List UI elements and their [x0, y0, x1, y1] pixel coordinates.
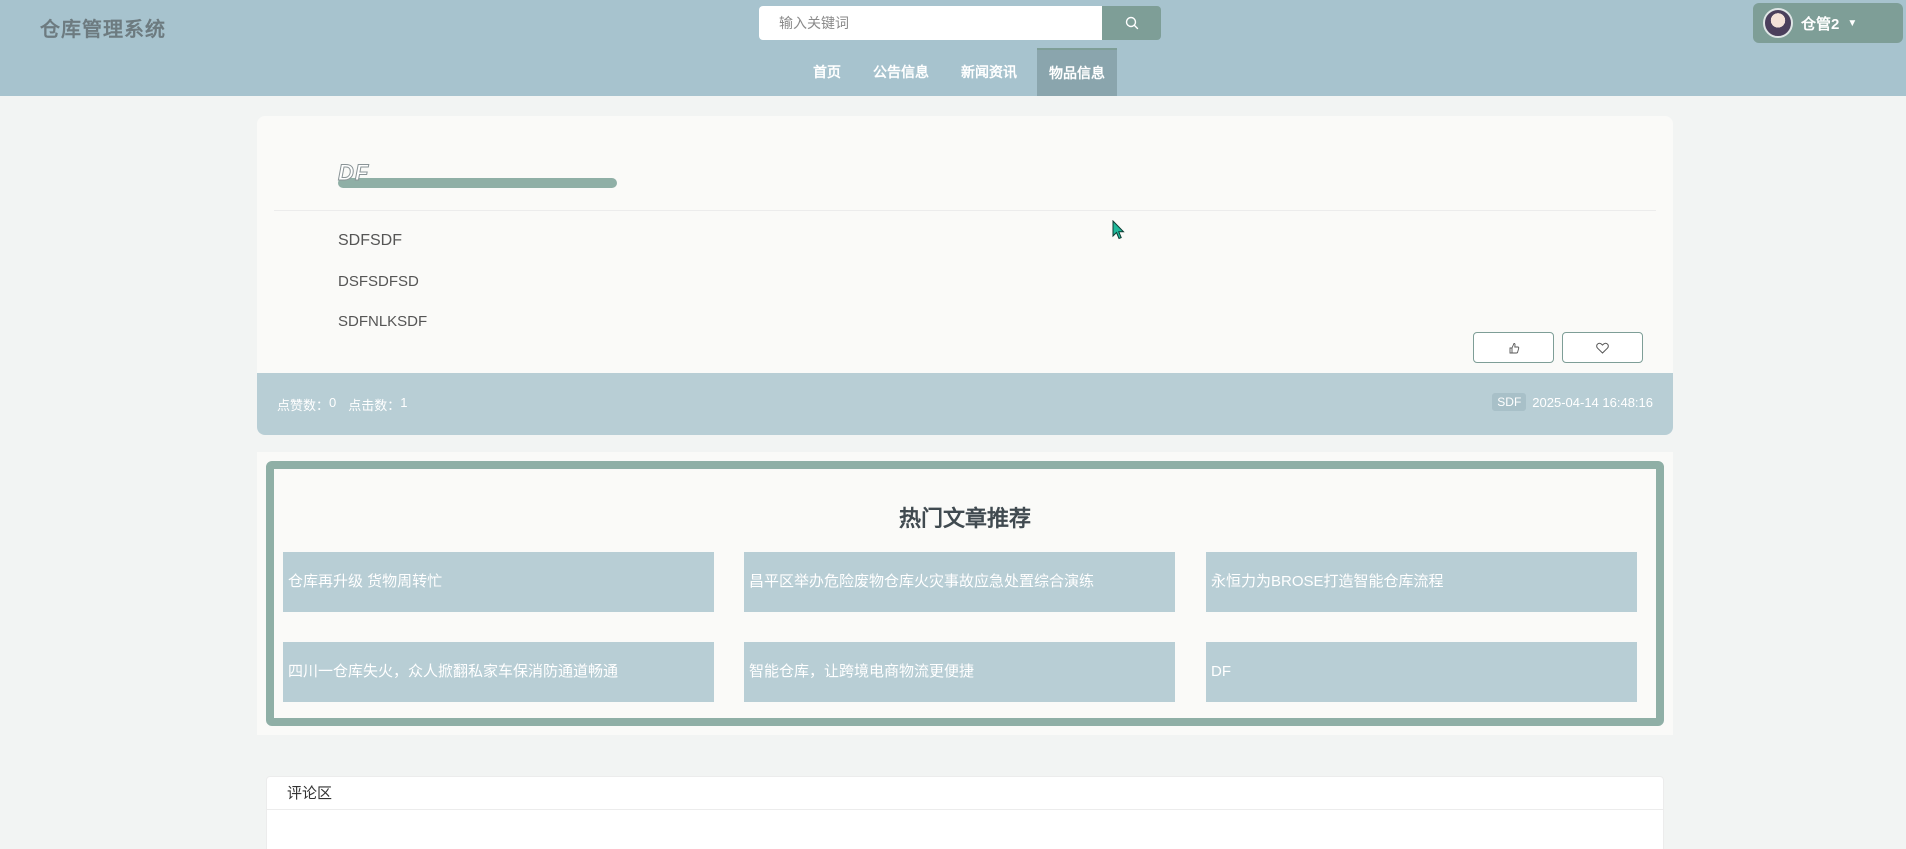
- thumbs-up-icon: [1509, 342, 1519, 353]
- nav-item-home[interactable]: 首页: [801, 48, 853, 96]
- heart-icon: [1596, 342, 1609, 354]
- hot-article-item[interactable]: 永恒力为BROSE打造智能仓库流程: [1206, 552, 1637, 612]
- author-tag: SDF: [1492, 393, 1527, 411]
- comments-section: 评论区: [266, 776, 1664, 849]
- article-title: DF: [337, 160, 370, 186]
- main-nav: 首页 公告信息 新闻资讯 物品信息: [0, 48, 1906, 96]
- hot-articles-frame: 热门文章推荐 仓库再升级 货物周转忙 昌平区举办危险废物仓库火灾事故应急处置综合…: [266, 461, 1664, 726]
- hot-articles-section: 热门文章推荐 仓库再升级 货物周转忙 昌平区举办危险废物仓库火灾事故应急处置综合…: [257, 452, 1673, 735]
- article-line: DSFSDFSD: [338, 273, 419, 290]
- hot-article-item[interactable]: 四川一仓库失火，众人掀翻私家车保消防通道畅通: [283, 642, 714, 702]
- search-button[interactable]: [1102, 6, 1161, 40]
- clicks-count: 1: [400, 395, 408, 410]
- user-name: 仓管2: [1801, 15, 1840, 33]
- article-footer: 点赞数： 0 点击数： 1 SDF 2025-04-14 16:48:16: [257, 373, 1673, 435]
- article-card: DF SDFSDF DSFSDFSD SDFNLKSDF 点赞数： 0 点击数：…: [257, 116, 1673, 435]
- hot-article-item[interactable]: DF: [1206, 642, 1637, 702]
- nav-item-announcements[interactable]: 公告信息: [861, 48, 941, 96]
- search-bar: [759, 6, 1161, 40]
- divider: [274, 210, 1656, 211]
- publish-datetime: 2025-04-14 16:48:16: [1532, 394, 1653, 410]
- chevron-down-icon: ▼: [1847, 17, 1858, 29]
- top-header: 仓库管理系统 首页 公告信息 新闻资讯 物品信息 仓管2 ▼: [0, 0, 1906, 96]
- hot-article-item[interactable]: 昌平区举办危险废物仓库火灾事故应急处置综合演练: [744, 552, 1175, 612]
- like-button[interactable]: [1473, 332, 1554, 363]
- search-icon: [1125, 16, 1138, 30]
- article-stats: 点赞数： 0 点击数： 1: [277, 395, 408, 414]
- mouse-cursor-icon: [1112, 220, 1125, 240]
- favorite-button[interactable]: [1562, 332, 1643, 363]
- likes-count: 0: [329, 395, 337, 410]
- hot-articles-title: 热门文章推荐: [898, 506, 1031, 531]
- hot-article-item[interactable]: 智能仓库，让跨境电商物流更便捷: [744, 642, 1175, 702]
- nav-item-news[interactable]: 新闻资讯: [949, 48, 1029, 96]
- avatar: [1763, 8, 1793, 38]
- user-menu-button[interactable]: 仓管2 ▼: [1753, 3, 1903, 43]
- article-meta: SDF 2025-04-14 16:48:16: [1492, 393, 1653, 411]
- site-brand[interactable]: 仓库管理系统: [40, 13, 166, 42]
- search-input[interactable]: [759, 6, 1102, 40]
- comments-title: 评论区: [267, 777, 1663, 810]
- hot-article-item[interactable]: 仓库再升级 货物周转忙: [283, 552, 714, 612]
- nav-item-items[interactable]: 物品信息: [1037, 48, 1117, 96]
- article-line: SDFNLKSDF: [338, 313, 428, 330]
- article-line: SDFSDF: [338, 232, 402, 249]
- likes-label: 点赞数：: [277, 398, 330, 413]
- title-underline: [338, 178, 617, 188]
- clicks-label: 点击数：: [348, 398, 401, 413]
